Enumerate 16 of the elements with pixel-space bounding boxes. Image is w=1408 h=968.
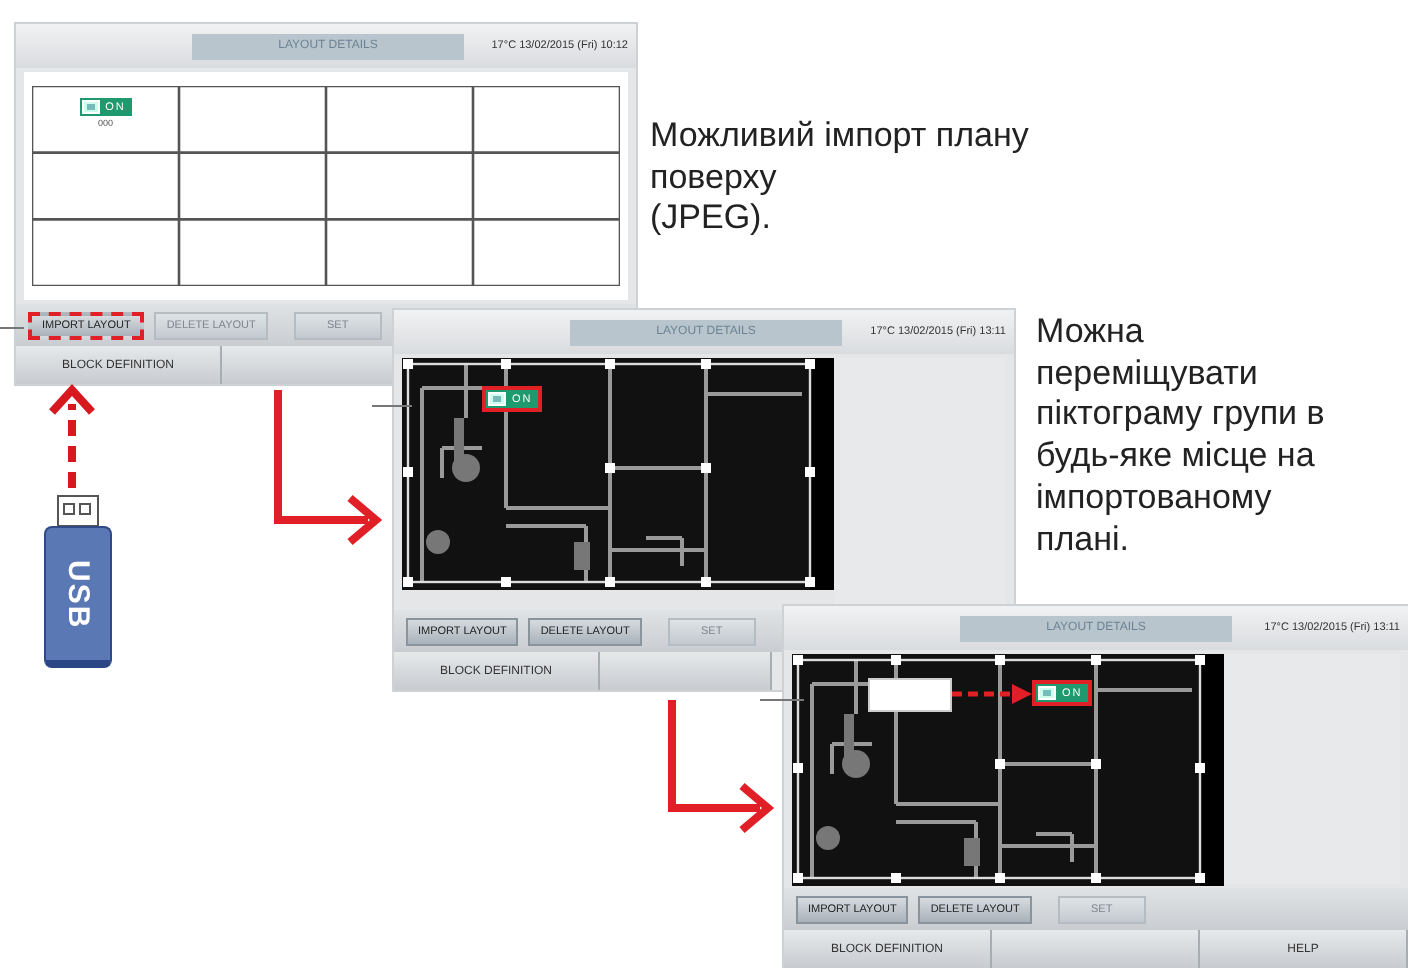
leader-line xyxy=(371,405,413,407)
dashed-arrow xyxy=(49,384,95,488)
usb-connector-icon xyxy=(56,494,100,526)
flow-arrow xyxy=(668,700,775,834)
unit-icon xyxy=(488,392,506,406)
blank-tab[interactable] xyxy=(600,652,772,690)
leader-line xyxy=(0,327,25,329)
caption-text: Можна переміщувати піктограму групи в будь-яке місце на імпортованому плані. xyxy=(1036,312,1327,561)
usb-label: USB xyxy=(61,559,95,629)
blank-tab[interactable] xyxy=(992,930,1200,968)
blank-tab[interactable] xyxy=(222,346,394,384)
move-arrow xyxy=(952,682,1032,706)
unit-icon xyxy=(81,100,100,114)
caption-text: Можливий імпорт плану поверху (JPEG). xyxy=(650,116,1031,241)
unit-icon xyxy=(1038,686,1056,700)
leader-line xyxy=(759,699,805,701)
